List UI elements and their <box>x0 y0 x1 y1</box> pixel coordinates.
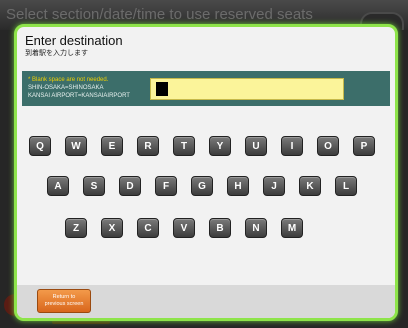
note-line-1: * Blank space are not needed. <box>28 77 109 83</box>
key-g[interactable]: G <box>191 176 213 196</box>
key-u[interactable]: U <box>245 136 267 156</box>
destination-dialog: Enter destination 到着駅を入力します * Blank spac… <box>14 24 398 321</box>
key-b[interactable]: B <box>209 218 231 238</box>
key-m[interactable]: M <box>281 218 303 238</box>
key-q[interactable]: Q <box>29 136 51 156</box>
key-p[interactable]: P <box>353 136 375 156</box>
dialog-title: Enter destination <box>25 33 123 48</box>
input-band: * Blank space are not needed. SHIN-OSAKA… <box>22 71 390 106</box>
key-l[interactable]: L <box>335 176 357 196</box>
input-note: * Blank space are not needed. SHIN-OSAKA… <box>28 76 148 100</box>
return-label-line-2: previous screen <box>44 301 84 307</box>
key-i[interactable]: I <box>281 136 303 156</box>
key-t[interactable]: T <box>173 136 195 156</box>
dialog-footer: Return to previous screen <box>17 285 395 318</box>
key-y[interactable]: Y <box>209 136 231 156</box>
key-j[interactable]: J <box>263 176 285 196</box>
text-cursor <box>156 82 168 96</box>
key-n[interactable]: N <box>245 218 267 238</box>
key-k[interactable]: K <box>299 176 321 196</box>
key-w[interactable]: W <box>65 136 87 156</box>
key-e[interactable]: E <box>101 136 123 156</box>
key-c[interactable]: C <box>137 218 159 238</box>
key-x[interactable]: X <box>101 218 123 238</box>
return-button[interactable]: Return to previous screen <box>37 289 91 313</box>
destination-input[interactable] <box>150 78 344 100</box>
key-o[interactable]: O <box>317 136 339 156</box>
key-f[interactable]: F <box>155 176 177 196</box>
dialog-subtitle: 到着駅を入力します <box>25 50 88 57</box>
key-z[interactable]: Z <box>65 218 87 238</box>
key-s[interactable]: S <box>83 176 105 196</box>
return-label-line-1: Return to <box>52 294 76 300</box>
background-title: Select section/date/time to use reserved… <box>6 6 313 23</box>
key-a[interactable]: A <box>47 176 69 196</box>
key-v[interactable]: V <box>173 218 195 238</box>
note-line-3: KANSAI AIRPORT=KANSAIAIRPORT <box>28 93 130 99</box>
key-h[interactable]: H <box>227 176 249 196</box>
key-r[interactable]: R <box>137 136 159 156</box>
note-line-2: SHIN-OSAKA=SHINOSAKA <box>28 85 104 91</box>
key-d[interactable]: D <box>119 176 141 196</box>
